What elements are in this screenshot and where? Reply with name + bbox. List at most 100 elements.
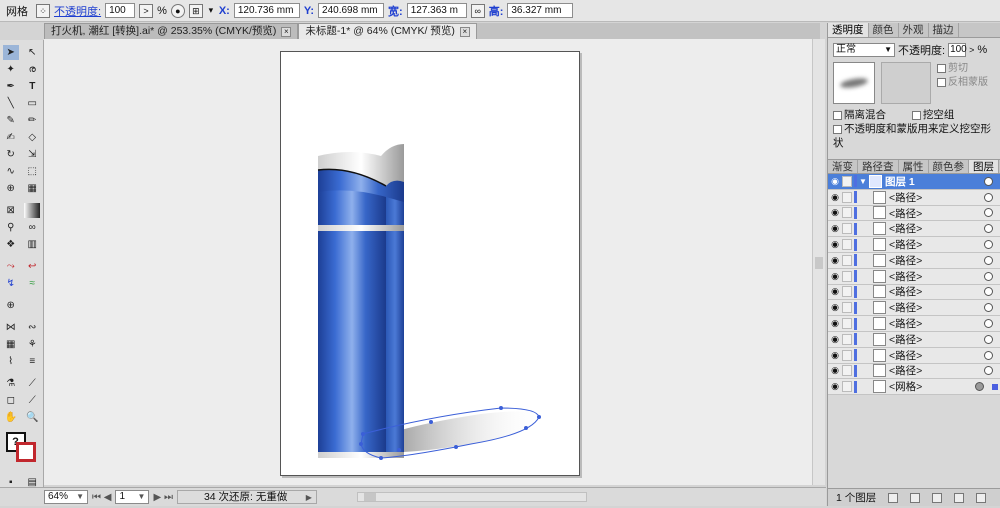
tab-transparency[interactable]: 透明度 [828, 23, 869, 37]
target-icon[interactable] [984, 192, 993, 202]
layer-item-name[interactable]: <路径> [889, 348, 984, 363]
tab-pathfinder[interactable]: 路径查 [858, 160, 899, 173]
layer-row[interactable]: ◉ ▼ 图层 1 [828, 174, 1000, 190]
clipping-mask-icon[interactable] [910, 492, 921, 503]
opacity-input[interactable]: 100 [105, 3, 136, 18]
layer-item-name[interactable]: <网格> [889, 379, 975, 394]
target-icon[interactable] [984, 208, 993, 218]
layer-item-row[interactable]: ◉ <路径> [828, 252, 1000, 269]
horizontal-scrollbar[interactable] [356, 492, 587, 502]
layer-item-row[interactable]: ◉ <路径> [828, 363, 1000, 380]
tab-gradient[interactable]: 渐变 [828, 160, 858, 173]
isolate-blending-checkbox[interactable] [833, 110, 842, 120]
clip-checkbox[interactable] [937, 63, 946, 73]
style-icon[interactable]: ● [170, 3, 185, 18]
layer-item-name[interactable]: <路径> [889, 221, 984, 236]
reshape-tool-icon[interactable]: ↩ [24, 259, 40, 274]
lock-toggle[interactable] [842, 223, 852, 235]
zoom-tool-icon[interactable]: 🔍 [24, 410, 40, 425]
free-transform-tool-icon[interactable]: ⬚ [24, 164, 40, 179]
pen-tool-icon[interactable]: ✒ [3, 79, 19, 94]
layer-item-row[interactable]: ◉ <网格> [828, 379, 1000, 396]
locate-object-icon[interactable] [888, 492, 899, 503]
scale-tool-icon[interactable]: ⇲ [24, 147, 40, 162]
layer-item-row[interactable]: ◉ <路径> [828, 237, 1000, 253]
layer-item-row[interactable]: ◉ <路径> [828, 189, 1000, 206]
blob-brush-tool-icon[interactable]: ✍ [3, 130, 19, 145]
close-icon[interactable]: × [459, 26, 470, 37]
tab-appearance[interactable]: 外观 [899, 23, 929, 37]
eye-icon[interactable]: ◉ [828, 207, 842, 218]
tab-color-guide[interactable]: 颜色参 [929, 160, 969, 173]
link-proportions-icon[interactable]: ∞ [470, 3, 485, 18]
target-icon[interactable] [984, 271, 993, 281]
target-icon[interactable] [975, 382, 984, 392]
target-icon[interactable] [984, 334, 993, 344]
lock-toggle[interactable] [842, 286, 852, 298]
lighter-artwork[interactable] [281, 52, 581, 477]
tab-attributes[interactable]: 属性 [899, 160, 929, 173]
live-paint-tool-icon[interactable]: ↯ [3, 276, 19, 291]
new-layer-icon[interactable] [954, 492, 965, 503]
layer-item-row[interactable]: ◉ <路径> [828, 205, 1000, 222]
close-icon[interactable]: × [281, 26, 292, 37]
rectangle-tool-icon[interactable]: ▭ [24, 96, 40, 111]
lock-toggle[interactable] [842, 349, 852, 361]
rotate-tool-icon[interactable]: ↻ [3, 147, 19, 162]
eye-icon[interactable]: ◉ [828, 302, 842, 313]
shape-builder-tool-icon[interactable]: ⊕ [3, 181, 19, 196]
layer-item-row[interactable]: ◉ <路径> [828, 316, 1000, 332]
target-icon[interactable] [984, 287, 993, 297]
reference-point-icon[interactable]: ⊞ [188, 3, 203, 18]
layer-item-name[interactable]: <路径> [889, 300, 984, 315]
pencil-tool-icon[interactable]: ✏ [24, 113, 40, 128]
line-tool-icon[interactable]: ╲ [3, 96, 19, 111]
smooth-tool-icon[interactable]: ⌇ [3, 354, 19, 369]
layer-item-name[interactable]: <路径> [889, 206, 984, 221]
opacity-mask-knockout-checkbox[interactable] [833, 124, 842, 134]
fill-stroke-swatches[interactable]: ? [2, 430, 42, 470]
status-menu-icon[interactable]: ▶ [306, 491, 312, 503]
layer-item-name[interactable]: <路径> [889, 269, 984, 284]
next-page-icon[interactable]: ▶ ⏭ [153, 492, 172, 503]
layer-item-row[interactable]: ◉ <路径> [828, 284, 1000, 301]
layer-item-name[interactable]: <路径> [889, 237, 984, 252]
eye-icon[interactable]: ◉ [828, 271, 842, 282]
column-graph-tool-icon[interactable]: ▥ [24, 237, 40, 252]
dropdown-arrow-icon[interactable]: ▾ [207, 4, 215, 18]
mesh-tool-icon[interactable]: ⊠ [3, 203, 19, 218]
eye-icon[interactable]: ◉ [828, 239, 842, 250]
target-icon[interactable] [984, 240, 993, 250]
target-icon[interactable] [984, 255, 993, 265]
layer-item-name[interactable]: <路径> [889, 284, 984, 299]
lock-toggle[interactable] [842, 302, 852, 314]
page-select[interactable]: 1 ▼ [115, 490, 150, 504]
layer-item-name[interactable]: <路径> [889, 332, 984, 347]
layer-item-name[interactable]: <路径> [889, 190, 984, 205]
x-input[interactable]: 120.736 mm [233, 3, 300, 18]
gradient-tool-icon[interactable] [24, 203, 41, 218]
eye-icon[interactable]: ◉ [828, 176, 842, 187]
canvas-area[interactable] [44, 39, 812, 485]
lock-toggle[interactable] [842, 381, 852, 393]
knockout-group-checkbox[interactable] [911, 110, 921, 120]
layer-item-row[interactable]: ◉ <路径> [828, 221, 1000, 238]
vertical-scrollbar[interactable] [812, 39, 825, 485]
selection-tool-icon[interactable]: ➤ [2, 45, 19, 60]
invert-mask-checkbox[interactable] [937, 77, 946, 87]
new-sublayer-icon[interactable] [932, 492, 943, 503]
lasso-tool-icon[interactable]: ര [24, 62, 40, 77]
target-icon[interactable] [984, 303, 993, 313]
align-tool-icon[interactable]: ≡ [24, 354, 40, 369]
scroll-thumb[interactable] [815, 257, 823, 269]
eraser-tool-icon[interactable]: ◇ [24, 130, 40, 145]
lock-toggle[interactable] [842, 239, 852, 251]
lock-toggle[interactable] [842, 191, 852, 203]
slice-tool-icon[interactable]: ⟋ [24, 393, 40, 408]
delete-layer-icon[interactable] [976, 492, 987, 503]
measure-tool-icon[interactable]: ⟋ [24, 376, 40, 391]
eye-icon[interactable]: ◉ [828, 381, 842, 392]
recolor-icon[interactable]: ⁘ [36, 3, 50, 18]
warp-tool-icon[interactable]: ∿ [3, 164, 19, 179]
eye-icon[interactable]: ◉ [828, 286, 842, 297]
